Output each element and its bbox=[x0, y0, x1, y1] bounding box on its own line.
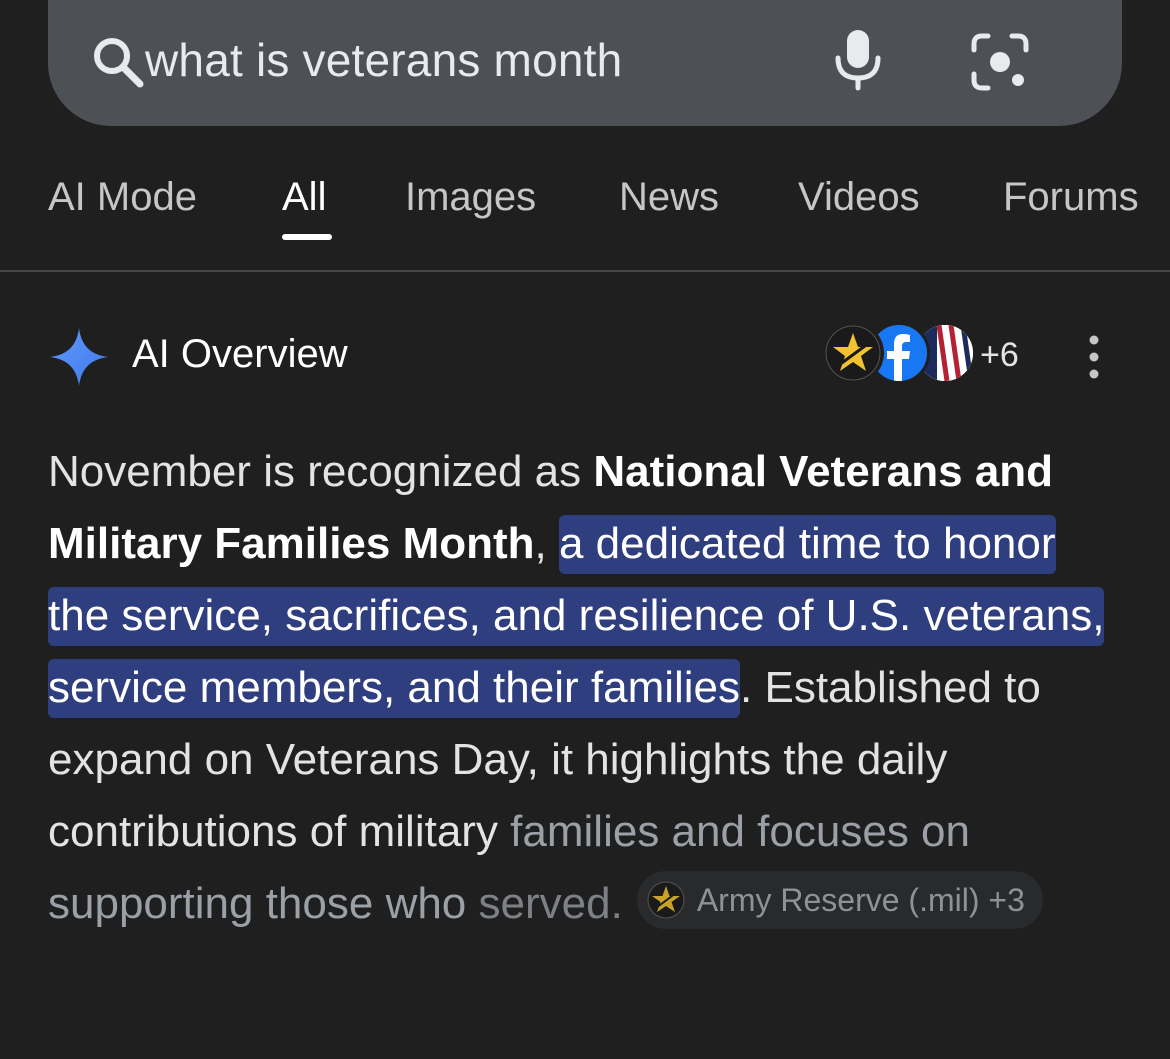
tab-videos[interactable]: Videos bbox=[798, 175, 920, 220]
tab-forums[interactable]: Forums bbox=[1003, 175, 1139, 220]
citation-more: +3 bbox=[988, 882, 1025, 919]
ai-overview-text: November is recognized as National Veter… bbox=[48, 436, 1128, 940]
search-icon[interactable] bbox=[88, 32, 148, 92]
source-count[interactable]: +6 bbox=[980, 336, 1019, 375]
overview-rest-end: served. bbox=[478, 879, 623, 928]
tabs-divider bbox=[0, 270, 1170, 272]
more-options-icon[interactable] bbox=[1082, 332, 1106, 382]
sparkle-icon bbox=[50, 328, 108, 386]
overview-comma: , bbox=[534, 519, 559, 568]
army-star-icon bbox=[825, 325, 881, 381]
ai-overview-header: AI Overview +6 bbox=[48, 318, 1122, 398]
citation-source: Army Reserve (.mil) bbox=[696, 882, 980, 919]
army-reserve-avatar[interactable] bbox=[822, 322, 884, 384]
tab-ai-mode[interactable]: AI Mode bbox=[48, 175, 197, 220]
microphone-icon[interactable] bbox=[832, 28, 884, 92]
army-star-icon bbox=[647, 881, 685, 919]
tab-news[interactable]: News bbox=[619, 175, 719, 220]
camera-lens-icon[interactable] bbox=[970, 32, 1030, 92]
ai-overview-title: AI Overview bbox=[132, 332, 348, 376]
search-input[interactable]: what is veterans month bbox=[145, 33, 622, 87]
overview-intro: November is recognized as bbox=[48, 447, 594, 496]
tab-images[interactable]: Images bbox=[405, 175, 536, 220]
active-tab-indicator bbox=[282, 234, 332, 240]
citation-chip[interactable]: Army Reserve (.mil) +3 bbox=[636, 871, 1043, 930]
tab-all[interactable]: All bbox=[282, 175, 326, 220]
search-tabs: AI Mode All Images News Videos Forums bbox=[0, 165, 1170, 245]
source-avatars[interactable]: +6 bbox=[822, 322, 1062, 392]
